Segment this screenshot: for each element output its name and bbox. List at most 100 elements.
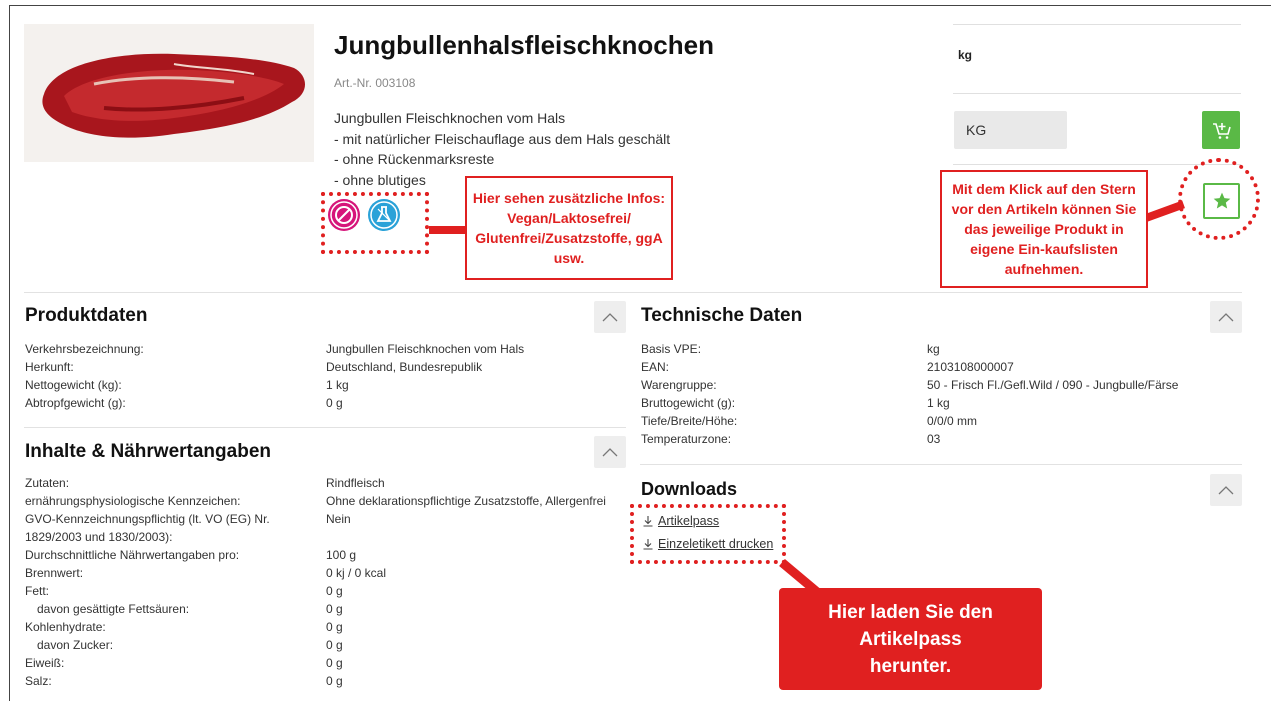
row-label: Herkunft: bbox=[25, 360, 74, 374]
row-value: 0 g bbox=[326, 656, 343, 670]
divider bbox=[953, 93, 1241, 94]
table-row: Zutaten: Rindfleisch bbox=[25, 474, 625, 492]
divider bbox=[24, 427, 626, 428]
divider bbox=[953, 24, 1241, 25]
row-value: 0 g bbox=[326, 674, 343, 688]
produktdaten-table: Verkehrsbezeichnung: Jungbullen Fleischkn… bbox=[25, 340, 615, 412]
row-label: Nettogewicht (kg): bbox=[25, 378, 122, 392]
row-value: 0/0/0 mm bbox=[927, 414, 978, 428]
chevron-up-icon bbox=[602, 313, 618, 322]
description-line: Jungbullen Fleischknochen vom Hals bbox=[334, 110, 566, 126]
row-value: 1 kg bbox=[326, 378, 349, 392]
row-label: Bruttogewicht (g): bbox=[641, 396, 736, 410]
table-row: Tiefe/Breite/Höhe: 0/0/0 mm bbox=[641, 412, 1241, 430]
downloads-heading: Downloads bbox=[641, 479, 738, 499]
technische-table: Basis VPE: kg EAN: 2103108000007 Warengrup… bbox=[641, 340, 1241, 448]
table-row: Verkehrsbezeichnung: Jungbullen Fleischkn… bbox=[25, 340, 615, 358]
row-value: 50 - Frisch Fl./Gefl.Wild / 090 - Jungbu… bbox=[927, 378, 1179, 392]
row-label: Tiefe/Breite/Höhe: bbox=[641, 414, 738, 428]
table-row: GVO-Kennzeichnungspflichtig (lt. VO (EG)… bbox=[25, 510, 625, 546]
row-label: Abtropfgewicht (g): bbox=[25, 396, 126, 410]
callout-downloads-info: Hier laden Sie den Artikelpass herunter. bbox=[779, 588, 1042, 690]
row-value: Deutschland, Bundesrepublik bbox=[326, 360, 483, 374]
callout-badges-info: Hier sehen zusätzliche Infos: Vegan/Lakt… bbox=[465, 176, 673, 280]
table-row: davon gesättigte Fettsäuren: 0 g bbox=[25, 600, 625, 618]
row-value: 0 g bbox=[326, 602, 343, 616]
table-row: Bruttogewicht (g): 1 kg bbox=[641, 394, 1241, 412]
table-row: Durchschnittliche Nährwertangaben pro: 10… bbox=[25, 546, 625, 564]
produktdaten-toggle[interactable] bbox=[594, 301, 626, 333]
table-row: Nettogewicht (kg): 1 kg bbox=[25, 376, 615, 394]
row-label: EAN: bbox=[641, 360, 670, 374]
unit-select[interactable]: KG bbox=[954, 111, 1067, 149]
add-to-cart-button[interactable] bbox=[1202, 111, 1240, 149]
row-label: Fett: bbox=[25, 584, 50, 598]
chevron-up-icon bbox=[602, 448, 618, 457]
row-label: Durchschnittliche Nährwertangaben pro: bbox=[25, 548, 240, 562]
row-label: Basis VPE: bbox=[641, 342, 702, 356]
row-label: Warengruppe: bbox=[641, 378, 717, 392]
row-value: kg bbox=[927, 342, 940, 356]
table-row: Eiweiß: 0 g bbox=[25, 654, 625, 672]
inhalte-toggle[interactable] bbox=[594, 436, 626, 468]
add-to-cart-icon bbox=[1213, 123, 1231, 139]
description-line: - ohne Rückenmarksreste bbox=[334, 151, 495, 167]
row-label: Brennwert: bbox=[25, 566, 84, 580]
row-value: 0 g bbox=[326, 638, 343, 652]
row-value: Rindfleisch bbox=[326, 476, 385, 490]
row-label: GVO-Kennzeichnungspflichtig (lt. VO (EG)… bbox=[25, 512, 270, 544]
inhalte-table: Zutaten: Rindfleisch ernährungsphysiologi… bbox=[25, 474, 625, 690]
table-row: ernährungsphysiologische Kennzeichen: Ohn… bbox=[25, 492, 625, 510]
row-value: 03 bbox=[927, 432, 941, 446]
downloads-highlight bbox=[630, 504, 786, 564]
chevron-up-icon bbox=[1218, 313, 1234, 322]
row-value: Jungbullen Fleischknochen vom Hals bbox=[326, 342, 525, 356]
product-image bbox=[24, 24, 314, 162]
table-row: Kohlenhydrate: 0 g bbox=[25, 618, 625, 636]
row-label: ernährungsphysiologische Kennzeichen: bbox=[25, 494, 241, 508]
star-highlight bbox=[1178, 158, 1260, 240]
description-line: - mit natürlicher Fleischauflage aus dem… bbox=[334, 130, 671, 147]
chevron-up-icon bbox=[1218, 486, 1234, 495]
row-label: Kohlenhydrate: bbox=[25, 620, 106, 634]
callout-connector bbox=[429, 226, 467, 234]
table-row: Fett: 0 g bbox=[25, 582, 625, 600]
row-value: Nein bbox=[326, 512, 351, 526]
article-number: Art.-Nr. 003108 bbox=[334, 76, 416, 90]
row-value: 2103108000007 bbox=[927, 360, 1014, 374]
row-value: 0 kj / 0 kcal bbox=[326, 566, 387, 580]
unit-label: kg bbox=[958, 48, 973, 62]
row-label: Salz: bbox=[25, 674, 52, 688]
technische-heading: Technische Daten bbox=[641, 305, 803, 326]
produktdaten-heading: Produktdaten bbox=[25, 305, 148, 326]
divider bbox=[640, 464, 1242, 465]
inhalte-heading: Inhalte & Nährwertangaben bbox=[25, 441, 271, 462]
table-row: Herkunft: Deutschland, Bundesrepublik bbox=[25, 358, 615, 376]
downloads-toggle[interactable] bbox=[1210, 474, 1242, 506]
table-row: Warengruppe: 50 - Frisch Fl./Gefl.Wild / … bbox=[641, 376, 1241, 394]
row-value: 100 g bbox=[326, 548, 357, 562]
technische-toggle[interactable] bbox=[1210, 301, 1242, 333]
row-value: 0 g bbox=[326, 584, 343, 598]
row-value: 0 g bbox=[326, 396, 343, 410]
row-value: Ohne deklarationspflichtige Zusatzstoffe… bbox=[326, 494, 606, 508]
row-label: Temperaturzone: bbox=[641, 432, 732, 446]
table-row: Salz: 0 g bbox=[25, 672, 625, 690]
row-label: Eiweiß: bbox=[25, 656, 65, 670]
row-value: 0 g bbox=[326, 620, 343, 634]
row-label: davon Zucker: bbox=[37, 638, 114, 652]
table-row: davon Zucker: 0 g bbox=[25, 636, 625, 654]
table-row: Brennwert: 0 kj / 0 kcal bbox=[25, 564, 625, 582]
divider bbox=[24, 292, 1242, 293]
row-label: Zutaten: bbox=[25, 476, 70, 490]
table-row: Temperaturzone: 03 bbox=[641, 430, 1241, 448]
product-title: Jungbullenhalsfleischknochen bbox=[334, 30, 714, 60]
row-label: Verkehrsbezeichnung: bbox=[25, 342, 144, 356]
table-row: EAN: 2103108000007 bbox=[641, 358, 1241, 376]
badges-highlight bbox=[321, 192, 429, 254]
callout-star-info: Mit dem Klick auf den Stern vor den Arti… bbox=[940, 170, 1148, 288]
row-value: 1 kg bbox=[927, 396, 950, 410]
table-row: Abtropfgewicht (g): 0 g bbox=[25, 394, 615, 412]
table-row: Basis VPE: kg bbox=[641, 340, 1241, 358]
row-label: davon gesättigte Fettsäuren: bbox=[37, 602, 190, 616]
